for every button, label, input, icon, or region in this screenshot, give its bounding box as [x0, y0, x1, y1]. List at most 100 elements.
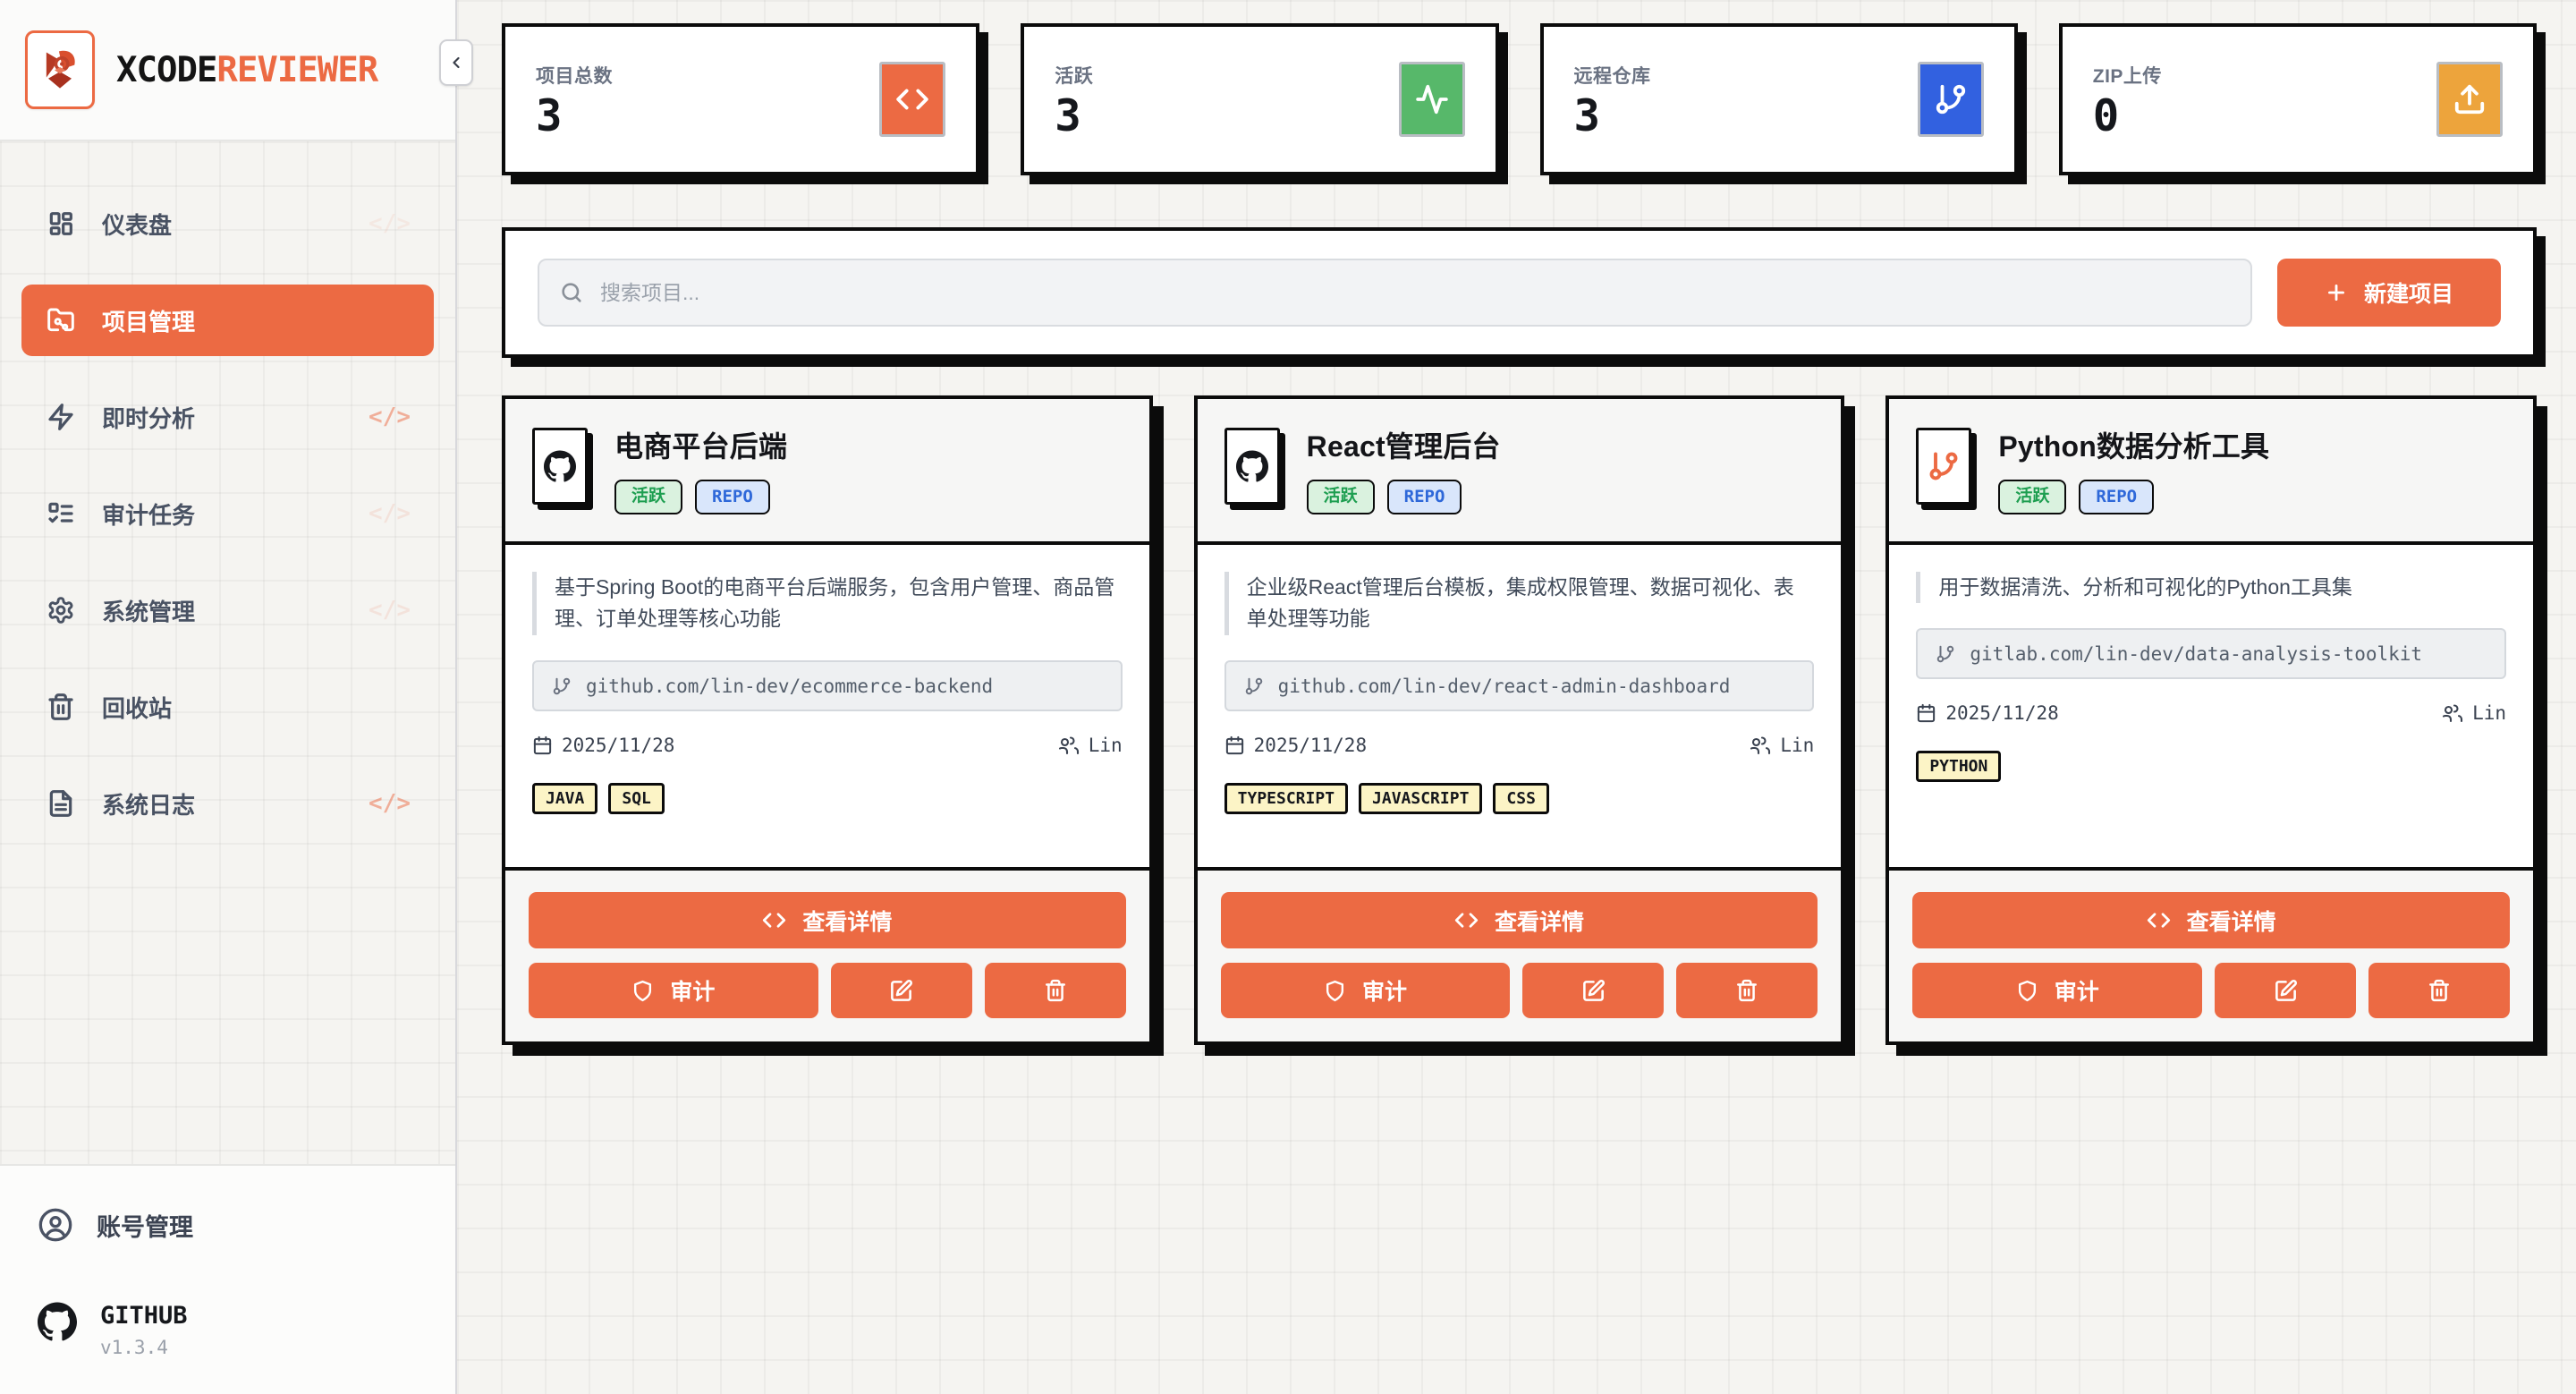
project-card-footer: 查看详情 审计	[1198, 867, 1842, 1041]
project-tags: JAVA SQL	[532, 783, 1123, 814]
audit-button[interactable]: 审计	[1221, 963, 1511, 1018]
project-card-header: Python数据分析工具 活跃 REPO	[1889, 399, 2533, 545]
list-checks-icon	[47, 499, 75, 528]
logo-bar: XCODEREVIEWER	[0, 0, 455, 141]
view-details-button[interactable]: 查看详情	[1221, 892, 1818, 948]
code-icon	[879, 62, 945, 137]
brand-title: XCODEREVIEWER	[116, 50, 377, 90]
project-tags: TYPESCRIPT JAVASCRIPT CSS	[1224, 783, 1815, 814]
project-description: 用于数据清洗、分析和可视化的Python工具集	[1916, 572, 2506, 604]
sidebar-bottom: 账号管理 GITHUB v1.3.4	[0, 1164, 455, 1394]
project-date: 2025/11/28	[532, 735, 674, 756]
code-decoration-icon: </>	[369, 404, 411, 430]
delete-button[interactable]	[2368, 963, 2510, 1018]
sidebar-item-projects[interactable]: 项目管理	[21, 285, 434, 356]
brand-black: XCODE	[116, 50, 216, 90]
project-repo-url: github.com/lin-dev/react-admin-dashboard	[1224, 660, 1815, 711]
project-owner: Lin	[1058, 735, 1123, 756]
code-icon	[1454, 908, 1479, 932]
github-label: GITHUB	[100, 1302, 188, 1330]
sidebar-item-audit-tasks[interactable]: 审计任务 </>	[21, 478, 434, 549]
search-icon	[559, 280, 584, 305]
app-root: XCODEREVIEWER 仪表盘 </> 项目管理 即时分析 </>	[0, 0, 2576, 1394]
file-text-icon	[47, 789, 75, 818]
trash-icon	[2428, 979, 2451, 1002]
delete-button[interactable]	[985, 963, 1126, 1018]
view-details-button[interactable]: 查看详情	[529, 892, 1126, 948]
project-title: Python数据分析工具	[1998, 424, 2269, 465]
activity-icon	[1399, 62, 1465, 137]
project-card-ecommerce: 电商平台后端 活跃 REPO 基于Spring Boot的电商平台后端服务，包含…	[502, 395, 1153, 1045]
sidebar-collapse-button[interactable]	[439, 39, 473, 86]
date-text: 2025/11/28	[562, 735, 674, 756]
status-badge-active: 活跃	[1998, 480, 2066, 514]
edit-button[interactable]	[1522, 963, 1664, 1018]
new-project-button[interactable]: 新建项目	[2277, 259, 2501, 327]
stat-card-total-projects: 项目总数 3	[502, 23, 979, 175]
type-badge-repo: REPO	[695, 480, 770, 514]
calendar-icon	[1224, 735, 1245, 756]
date-text: 2025/11/28	[1945, 702, 2058, 724]
github-icon	[532, 428, 588, 505]
project-title: 电商平台后端	[614, 424, 787, 465]
project-card-header: React管理后台 活跃 REPO	[1198, 399, 1842, 545]
tech-tag: SQL	[608, 783, 665, 814]
edit-button[interactable]	[831, 963, 972, 1018]
project-date: 2025/11/28	[1916, 702, 2058, 724]
tech-tag: JAVA	[532, 783, 597, 814]
app-logo	[25, 30, 95, 109]
stats-row: 项目总数 3 活跃 3 远程仓库 3	[502, 23, 2537, 175]
stat-card-zip-uploads: ZIP上传 0	[2059, 23, 2537, 175]
sidebar-item-label: 审计任务	[102, 497, 195, 531]
tech-tag: TYPESCRIPT	[1224, 783, 1348, 814]
upload-icon	[2436, 62, 2503, 137]
audit-button[interactable]: 审计	[1912, 963, 2202, 1018]
stat-label: ZIP上传	[2093, 62, 2162, 89]
project-card-python-toolkit: Python数据分析工具 活跃 REPO 用于数据清洗、分析和可视化的Pytho…	[1885, 395, 2537, 1045]
audit-label: 审计	[1362, 974, 1407, 1007]
sidebar-item-recycle-bin[interactable]: 回收站	[21, 671, 434, 743]
edit-button[interactable]	[2215, 963, 2356, 1018]
stat-value: 3	[536, 94, 613, 138]
sidebar-item-system-admin[interactable]: 系统管理 </>	[21, 574, 434, 646]
tech-tag: JAVASCRIPT	[1359, 783, 1482, 814]
dashboard-icon	[47, 209, 75, 238]
date-text: 2025/11/28	[1254, 735, 1367, 756]
view-details-button[interactable]: 查看详情	[1912, 892, 2510, 948]
owner-text: Lin	[1089, 735, 1123, 756]
git-branch-icon	[1918, 62, 1984, 137]
search-input[interactable]	[538, 259, 2252, 327]
edit-icon	[2274, 979, 2298, 1003]
audit-button[interactable]: 审计	[529, 963, 818, 1018]
stat-value: 3	[1055, 94, 1093, 138]
main-content: 项目总数 3 活跃 3 远程仓库 3	[457, 0, 2576, 1394]
brand-orange: REVIEWER	[216, 50, 377, 90]
trash-icon	[47, 693, 75, 721]
project-description: 企业级React管理后台模板，集成权限管理、数据可视化、表单处理等功能	[1224, 572, 1815, 635]
stat-label: 远程仓库	[1574, 62, 1651, 89]
project-repo-url: gitlab.com/lin-dev/data-analysis-toolkit	[1916, 628, 2506, 679]
folder-git-icon	[47, 306, 75, 335]
shield-icon	[1324, 980, 1346, 1002]
stat-label: 项目总数	[536, 62, 613, 89]
project-card-body: 基于Spring Boot的电商平台后端服务，包含用户管理、商品管理、订单处理等…	[505, 545, 1149, 814]
code-decoration-icon: </>	[369, 210, 411, 237]
trash-icon	[1044, 979, 1067, 1002]
calendar-icon	[1916, 703, 1936, 724]
users-icon	[1058, 735, 1080, 756]
sidebar-item-instant-analysis[interactable]: 即时分析 </>	[21, 381, 434, 453]
search-box	[538, 259, 2252, 327]
sidebar-item-dashboard[interactable]: 仪表盘 </>	[21, 188, 434, 259]
code-decoration-icon: </>	[369, 790, 411, 817]
owner-text: Lin	[1780, 735, 1814, 756]
app-version: v1.3.4	[100, 1337, 188, 1358]
project-card-react-admin: React管理后台 活跃 REPO 企业级React管理后台模板，集成权限管理、…	[1194, 395, 1845, 1045]
delete-button[interactable]	[1676, 963, 1818, 1018]
phoenix-logo-icon	[37, 47, 83, 93]
type-badge-repo: REPO	[1387, 480, 1462, 514]
sidebar-item-system-logs[interactable]: 系统日志 </>	[21, 768, 434, 839]
zap-icon	[47, 403, 75, 431]
sidebar-item-account[interactable]: 账号管理	[38, 1207, 418, 1243]
projects-grid: 电商平台后端 活跃 REPO 基于Spring Boot的电商平台后端服务，包含…	[502, 395, 2537, 1045]
tech-tag: CSS	[1493, 783, 1549, 814]
